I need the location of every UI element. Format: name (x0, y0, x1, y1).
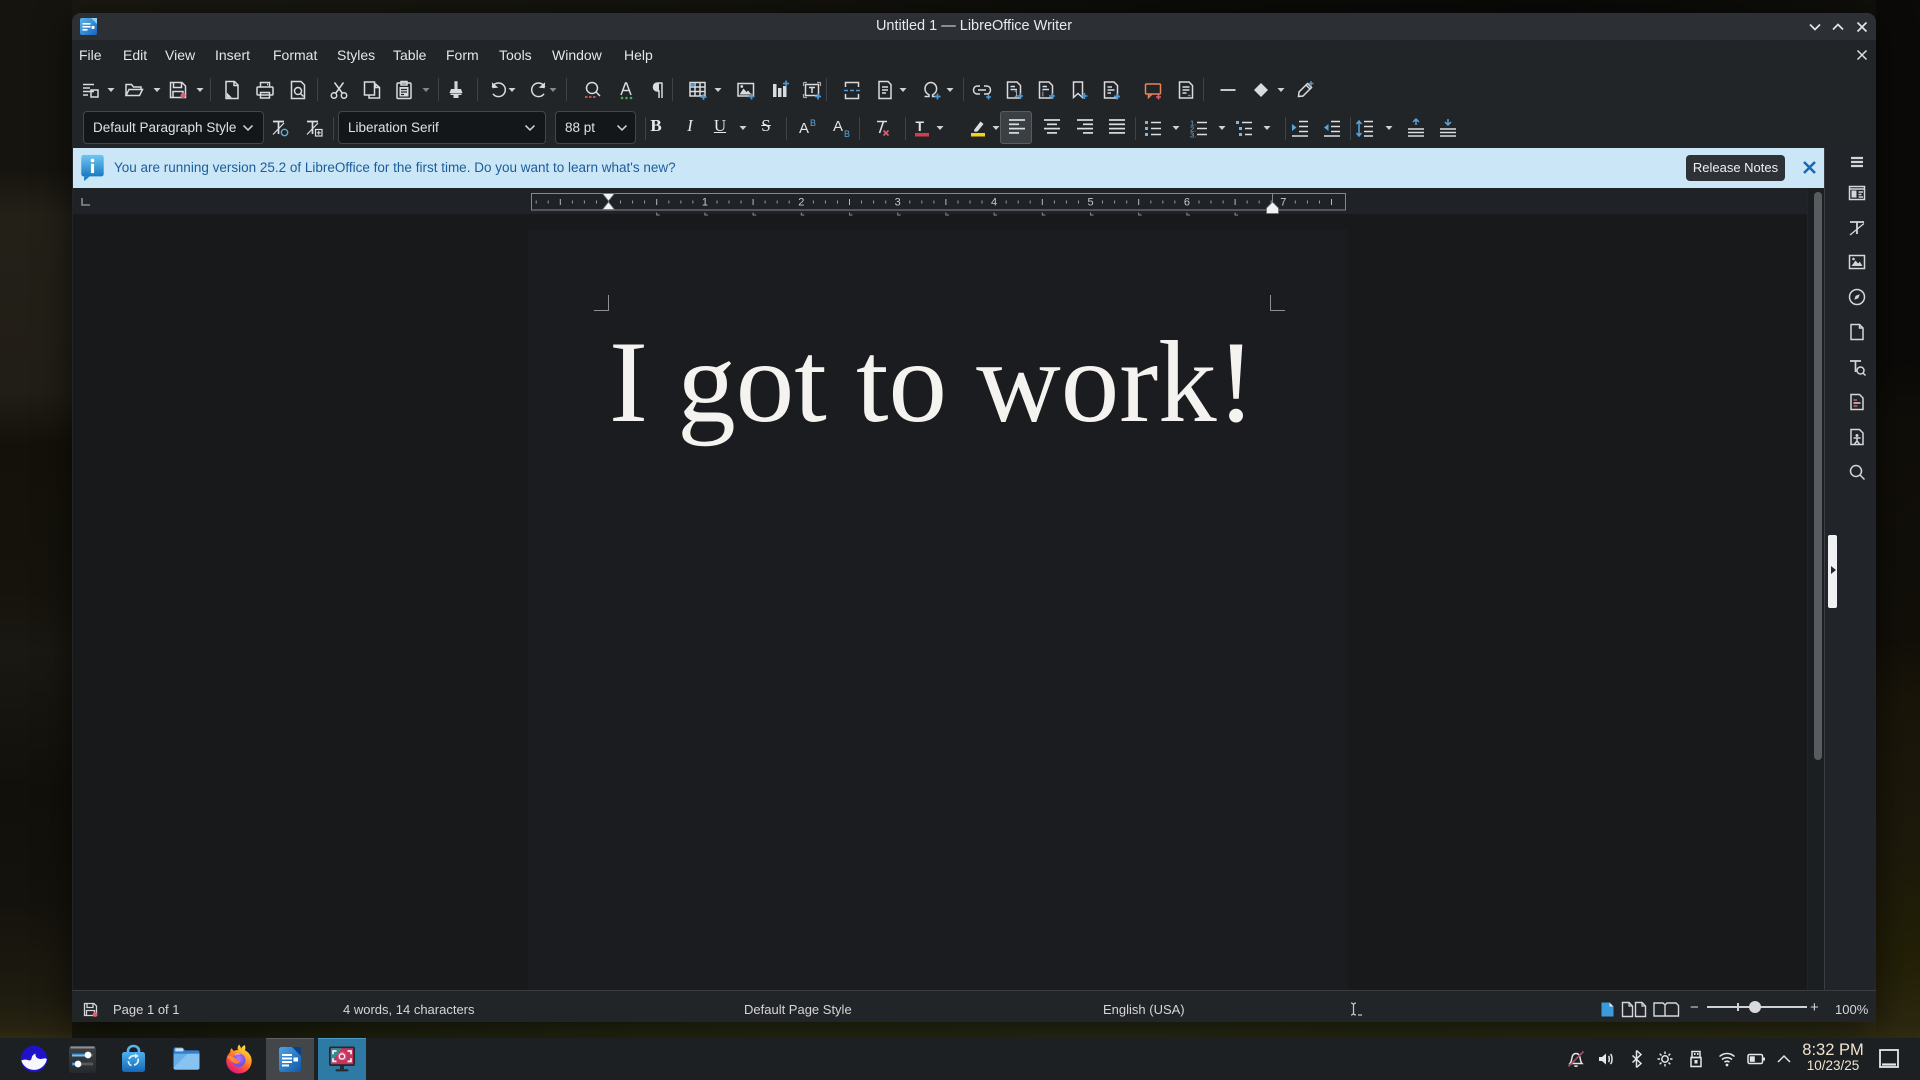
svg-text:A: A (799, 120, 809, 137)
svg-text:i: i (1042, 90, 1044, 99)
svg-text:A: A (833, 118, 843, 135)
svg-text:3.: 3. (1190, 131, 1196, 140)
svg-text:B: B (844, 129, 850, 139)
svg-text:B: B (810, 118, 816, 128)
svg-text:1: 1 (1014, 90, 1019, 99)
svg-text:2: 2 (798, 197, 804, 209)
svg-text:4: 4 (991, 197, 997, 209)
svg-text:3: 3 (895, 197, 901, 209)
svg-text:6: 6 (1184, 197, 1190, 209)
svg-text:1: 1 (702, 197, 708, 209)
svg-text:7: 7 (1280, 197, 1286, 209)
svg-text:5: 5 (1087, 197, 1093, 209)
svg-text:T: T (916, 118, 925, 134)
